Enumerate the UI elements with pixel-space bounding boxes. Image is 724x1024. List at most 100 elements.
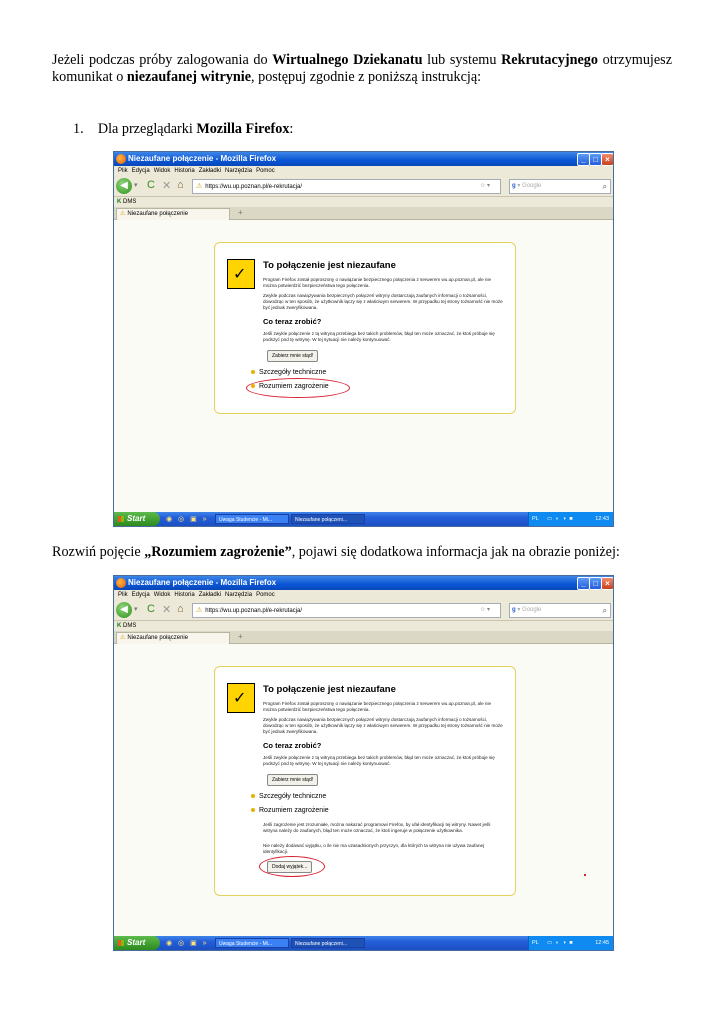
- title-bar: Niezaufane połączenie - Mozilla Firefox …: [114, 576, 613, 590]
- quick-launch-icons[interactable]: ◉ ◎ ▣ »: [166, 939, 209, 947]
- search-bar[interactable]: g ▾ Google ⌕: [509, 603, 611, 618]
- intro-text-4: , postępuj zgodnie z poniższą instrukcją…: [251, 69, 482, 85]
- error-title: To połączenie jest niezaufane: [263, 684, 396, 695]
- step-1-suffix: :: [289, 121, 294, 137]
- understand-risks-expander[interactable]: Rozumiem zagrożenie: [251, 807, 329, 814]
- step-2-text-1: Rozwiń pojęcie: [52, 544, 145, 560]
- nav-bar: ◀ ▾ C ✕ ⌂ ⚠ https://wu.up.poznan.pl/e-rek…: [114, 600, 613, 621]
- error-paragraph-3: Jeśli zwykle połączenie z tą witryną prz…: [263, 331, 495, 342]
- stop-icon[interactable]: ✕: [162, 603, 171, 616]
- get-me-out-button[interactable]: Zabierz mnie stąd!: [267, 774, 319, 786]
- bookmark-dms[interactable]: DMS: [123, 623, 136, 629]
- menu-historia[interactable]: Historia: [174, 592, 194, 598]
- reload-icon[interactable]: C: [147, 179, 155, 191]
- tab-label: Niezaufane połączenie: [127, 211, 189, 217]
- what-now-heading: Co teraz zrobić?: [263, 741, 322, 750]
- google-icon: g: [512, 183, 516, 189]
- task-niezaufane[interactable]: Niezaufane połączeni...: [291, 514, 365, 524]
- tab-untrusted[interactable]: ⚠ Niezaufane połączenie: [116, 632, 230, 644]
- search-icon[interactable]: ⌕: [603, 180, 607, 193]
- menu-plik[interactable]: Plik: [118, 592, 128, 598]
- search-placeholder: Google: [522, 607, 542, 613]
- error-paragraph-1: Program Firefox został poproszony o nawi…: [263, 701, 492, 712]
- back-icon[interactable]: ◀: [116, 602, 132, 618]
- error-paragraph-1: Program Firefox został poproszony o nawi…: [263, 277, 492, 288]
- page-content: To połączenie jest niezaufane Program Fi…: [114, 220, 613, 510]
- url-bar[interactable]: ⚠ https://wu.up.poznan.pl/e-rekrutacja/ ☆ …: [192, 179, 501, 194]
- task-uwaga[interactable]: Uwaga Studencie - Mi...: [215, 514, 289, 524]
- menu-edycja[interactable]: Edycja: [132, 168, 150, 174]
- menu-pomoc[interactable]: Pomoc: [256, 592, 275, 598]
- new-tab-icon[interactable]: +: [238, 632, 243, 641]
- step-2-bold: „Rozumiem zagrożenie”: [144, 544, 292, 560]
- quick-launch-icons[interactable]: ◉ ◎ ▣ »: [166, 515, 209, 523]
- expander-bullet-icon: [251, 808, 255, 813]
- close-icon[interactable]: ×: [601, 153, 613, 166]
- language-indicator[interactable]: PL: [532, 512, 539, 526]
- menu-widok[interactable]: Widok: [154, 168, 171, 174]
- intro-bold-rekrutacja: Rekrutacyjnego: [501, 52, 598, 68]
- home-icon[interactable]: ⌂: [177, 603, 184, 615]
- understand-risks-label: Rozumiem zagrożenie: [259, 807, 329, 814]
- menu-plik[interactable]: Plik: [118, 168, 128, 174]
- search-bar[interactable]: g ▾ Google ⌕: [509, 179, 611, 194]
- system-tray: PL ▭ ◐ ◑ ■ 12:45: [528, 936, 613, 950]
- new-tab-icon[interactable]: +: [238, 208, 243, 217]
- tech-details-expander[interactable]: Szczegóły techniczne: [251, 793, 326, 800]
- error-title: To połączenie jest niezaufane: [263, 260, 396, 271]
- menu-bar: Plik Edycja Widok Historia Zakładki Narzędzia…: [114, 590, 613, 600]
- bookmark-star-icon[interactable]: ☆ ▾: [480, 604, 490, 617]
- error-paragraph-3: Jeśli zwykle połączenie z tą witryną prz…: [263, 755, 495, 766]
- menu-zakladki[interactable]: Zakładki: [199, 168, 221, 174]
- taskbar: Start ◉ ◎ ▣ » Uwaga Studencie - Mi... Ni…: [114, 512, 613, 526]
- history-dropdown-icon[interactable]: ▾: [134, 181, 138, 189]
- language-indicator[interactable]: PL: [532, 936, 539, 950]
- reload-icon[interactable]: C: [147, 603, 155, 615]
- page-content: To połączenie jest niezaufane Program Fi…: [114, 644, 613, 936]
- error-box: To połączenie jest niezaufane Program Fi…: [214, 666, 516, 896]
- home-icon[interactable]: ⌂: [177, 179, 184, 191]
- tab-label: Niezaufane połączenie: [127, 635, 189, 641]
- tab-untrusted[interactable]: ⚠ Niezaufane połączenie: [116, 208, 230, 220]
- step-1-bold: Mozilla Firefox: [196, 121, 290, 137]
- bookmark-star-icon[interactable]: ☆ ▾: [480, 180, 490, 193]
- tray-icons[interactable]: ▭ ◐ ◑ ■: [547, 512, 574, 526]
- stop-icon[interactable]: ✕: [162, 179, 171, 192]
- tray-icons[interactable]: ▭ ◐ ◑ ■: [547, 936, 574, 950]
- menu-historia[interactable]: Historia: [174, 168, 194, 174]
- tab-bar: ⚠ Niezaufane połączenie +: [114, 631, 613, 644]
- task-uwaga[interactable]: Uwaga Studencie - Mi...: [215, 938, 289, 948]
- google-icon: g: [512, 607, 516, 613]
- screenshot-1: Niezaufane połączenie - Mozilla Firefox …: [113, 151, 614, 527]
- window-title: Niezaufane połączenie - Mozilla Firefox: [128, 154, 277, 163]
- close-icon[interactable]: ×: [601, 577, 613, 590]
- menu-narzedzia[interactable]: Narzędzia: [225, 168, 252, 174]
- menu-zakladki[interactable]: Zakładki: [199, 592, 221, 598]
- history-dropdown-icon[interactable]: ▾: [134, 605, 138, 613]
- back-icon[interactable]: ◀: [116, 178, 132, 194]
- step-2: Rozwiń pojęcie „Rozumiem zagrożenie”, po…: [52, 544, 672, 561]
- start-button[interactable]: Start: [114, 936, 160, 950]
- url-bar[interactable]: ⚠ https://wu.up.poznan.pl/e-rekrutacja/ ☆ …: [192, 603, 501, 618]
- stray-mark: [584, 874, 586, 876]
- window-title: Niezaufane połączenie - Mozilla Firefox: [128, 578, 277, 587]
- url-text: https://wu.up.poznan.pl/e-rekrutacja/: [205, 184, 303, 190]
- bookmark-dms[interactable]: DMS: [123, 199, 136, 205]
- menu-narzedzia[interactable]: Narzędzia: [225, 592, 252, 598]
- what-now-heading: Co teraz zrobić?: [263, 317, 322, 326]
- menu-bar: Plik Edycja Widok Historia Zakładki Narzędzia…: [114, 166, 613, 176]
- menu-pomoc[interactable]: Pomoc: [256, 168, 275, 174]
- tech-details-expander[interactable]: Szczegóły techniczne: [251, 369, 326, 376]
- warning-icon: ⚠: [196, 607, 203, 614]
- get-me-out-button[interactable]: Zabierz mnie stąd!: [267, 350, 319, 362]
- task-niezaufane[interactable]: Niezaufane połączeni...: [291, 938, 365, 948]
- police-shield-icon: [227, 683, 255, 713]
- search-icon[interactable]: ⌕: [603, 604, 607, 617]
- step-1-number: 1.: [73, 121, 84, 137]
- intro-bold-dziekanat: Wirtualnego Dziekanatu: [272, 52, 423, 68]
- menu-widok[interactable]: Widok: [154, 592, 171, 598]
- menu-edycja[interactable]: Edycja: [132, 592, 150, 598]
- screenshot-2: Niezaufane połączenie - Mozilla Firefox …: [113, 575, 614, 951]
- nav-bar: ◀ ▾ C ✕ ⌂ ⚠ https://wu.up.poznan.pl/e-rek…: [114, 176, 613, 197]
- start-button[interactable]: Start: [114, 512, 160, 526]
